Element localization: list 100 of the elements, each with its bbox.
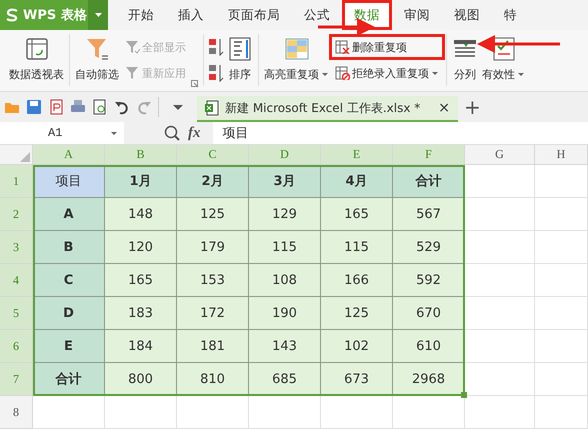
column-header[interactable]: C — [177, 145, 249, 165]
save-icon[interactable] — [26, 99, 42, 115]
sort-ascending-icon[interactable] — [208, 37, 224, 57]
table-cell: E — [33, 330, 105, 363]
dialog-launcher-icon[interactable] — [191, 80, 199, 88]
table-cell: 172 — [177, 297, 249, 330]
table-cell: 810 — [177, 363, 249, 396]
caret-icon — [94, 13, 102, 17]
table-cell: 181 — [177, 330, 249, 363]
table-cell: 143 — [249, 330, 321, 363]
zoom-icon[interactable] — [164, 125, 180, 141]
insert-function-button[interactable]: fx — [188, 124, 200, 142]
row-header[interactable]: 3 — [0, 231, 33, 264]
table-cell: 183 — [105, 297, 177, 330]
table-cell: 567 — [393, 198, 465, 231]
ribbon-tab[interactable]: 插入 — [166, 0, 216, 30]
caret-icon — [321, 72, 329, 77]
ribbon-button[interactable]: 排序 — [226, 34, 254, 86]
print-icon[interactable] — [70, 99, 86, 115]
ribbon-button[interactable]: 有效性 — [481, 34, 526, 86]
table-cell: 184 — [105, 330, 177, 363]
table-cell: 129 — [249, 198, 321, 231]
ribbon-button[interactable]: 删除重复项 — [332, 37, 442, 57]
column-header[interactable]: H — [535, 145, 588, 165]
select-all-icon[interactable] — [20, 152, 30, 162]
name-box[interactable]: A1 — [0, 122, 124, 144]
table-cell: 592 — [393, 264, 465, 297]
row-header[interactable]: 6 — [0, 330, 33, 363]
table-cell: 165 — [321, 198, 393, 231]
table-cell: 125 — [177, 198, 249, 231]
ribbon-button[interactable]: 自动筛选 — [74, 34, 120, 86]
header-cell: 3月 — [249, 165, 321, 198]
ribbon-button[interactable]: 分列 — [451, 34, 479, 86]
table-cell: 685 — [249, 363, 321, 396]
filter-icon — [84, 36, 110, 62]
new-tab-button[interactable]: + — [464, 97, 481, 117]
table-cell: 610 — [393, 330, 465, 363]
ribbon-button[interactable]: 高亮重复项 — [263, 34, 330, 86]
row-header[interactable]: 7 — [0, 363, 33, 396]
spreadsheet-file-icon — [205, 100, 219, 116]
ribbon-tab[interactable]: 开始 — [116, 0, 166, 30]
ribbon-tab[interactable]: 页面布局 — [216, 0, 292, 30]
document-tab[interactable]: 新建 Microsoft Excel 工作表.xlsx * × — [197, 96, 458, 122]
close-tab-button[interactable]: × — [438, 100, 450, 116]
app-logo-icon — [6, 8, 18, 22]
sort-icon — [227, 36, 253, 62]
table-cell: 670 — [393, 297, 465, 330]
table-cell: 800 — [105, 363, 177, 396]
ribbon-button[interactable]: 数据透视表 — [8, 34, 65, 86]
ribbon-tab[interactable]: 视图 — [442, 0, 492, 30]
row-header[interactable]: 8 — [0, 396, 33, 429]
table-cell: 179 — [177, 231, 249, 264]
table-cell: 2968 — [393, 363, 465, 396]
table-cell: D — [33, 297, 105, 330]
undo-icon[interactable] — [114, 99, 130, 115]
filter-icon — [125, 66, 140, 80]
header-cell: 2月 — [177, 165, 249, 198]
table-cell: 合计 — [33, 363, 105, 396]
caret-icon[interactable] — [173, 104, 183, 110]
table-cell: 166 — [321, 264, 393, 297]
table-cell: 153 — [177, 264, 249, 297]
table-cell: A — [33, 198, 105, 231]
highlight-grid-icon — [284, 36, 310, 62]
export-pdf-icon[interactable] — [48, 99, 64, 115]
print-preview-icon[interactable] — [92, 99, 108, 115]
sort-descending-icon[interactable] — [208, 63, 224, 83]
table-cell: 190 — [249, 297, 321, 330]
table-cell: B — [33, 231, 105, 264]
column-header[interactable]: G — [465, 145, 535, 165]
ribbon-tab[interactable]: 特 — [492, 0, 529, 30]
caret-icon — [431, 70, 439, 76]
header-cell: 项目 — [33, 165, 105, 198]
ribbon-button[interactable]: 拒绝录入重复项 — [332, 63, 442, 83]
table-cell: 148 — [105, 198, 177, 231]
header-cell: 1月 — [105, 165, 177, 198]
reject-duplicates-icon — [335, 66, 350, 80]
table-cell: 165 — [105, 264, 177, 297]
header-cell: 合计 — [393, 165, 465, 198]
ribbon-tab[interactable]: 公式 — [292, 0, 342, 30]
row-header[interactable]: 5 — [0, 297, 33, 330]
formula-field[interactable]: 项目 — [212, 122, 588, 144]
fill-handle[interactable] — [461, 392, 467, 398]
table-cell: 102 — [321, 330, 393, 363]
table-cell: 529 — [393, 231, 465, 264]
app-dropdown-button[interactable] — [88, 0, 108, 30]
header-cell: 4月 — [321, 165, 393, 198]
table-cell: C — [33, 264, 105, 297]
table-cell: 673 — [321, 363, 393, 396]
redo-icon[interactable] — [136, 99, 152, 115]
table-cell: 108 — [249, 264, 321, 297]
filter-check-icon — [125, 40, 140, 54]
document-tab-title: 新建 Microsoft Excel 工作表.xlsx * — [225, 100, 420, 116]
caret-icon — [110, 130, 118, 136]
row-header[interactable]: 2 — [0, 198, 33, 231]
table-cell: 115 — [249, 231, 321, 264]
table-cell: 125 — [321, 297, 393, 330]
ribbon-tab[interactable]: 审阅 — [392, 0, 442, 30]
table-cell: 120 — [105, 231, 177, 264]
caret-icon — [517, 72, 525, 77]
pivot-table-icon — [24, 36, 50, 62]
